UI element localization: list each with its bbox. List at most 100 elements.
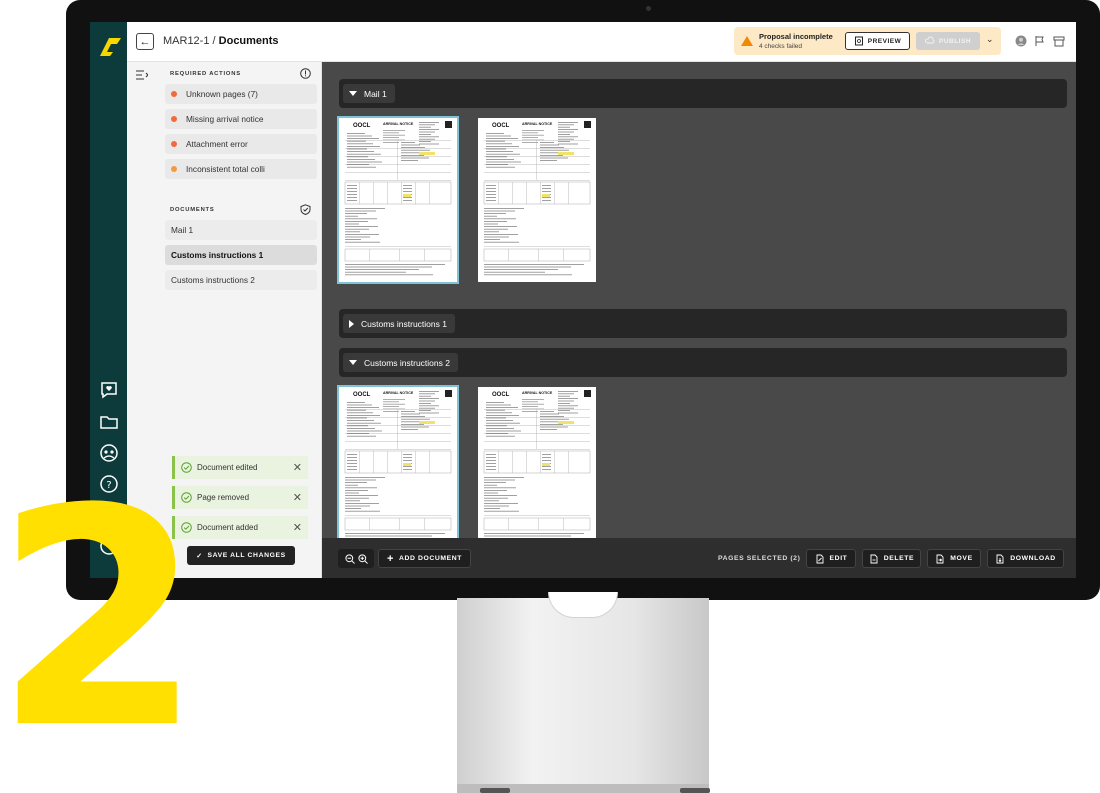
svg-text:OOCL: OOCL bbox=[353, 123, 371, 129]
page-thumbnail[interactable]: OOCL ARRIVAL NOTICE bbox=[337, 116, 459, 284]
error-dot-icon bbox=[171, 91, 177, 97]
collapse-panel-icon[interactable] bbox=[136, 70, 148, 80]
document-page-preview: OOCL ARRIVAL NOTICE bbox=[483, 390, 591, 537]
toast-label: Document edited bbox=[197, 463, 258, 472]
error-dot-icon bbox=[171, 141, 177, 147]
group-toggle[interactable]: Mail 1 bbox=[343, 84, 395, 103]
required-actions-title: REQUIRED ACTIONS bbox=[170, 71, 241, 77]
stand-foot-right bbox=[680, 788, 710, 793]
svg-text:ARRIVAL NOTICE: ARRIVAL NOTICE bbox=[383, 391, 414, 395]
folder-icon[interactable] bbox=[99, 412, 119, 432]
publish-button[interactable]: PUBLISH bbox=[916, 32, 980, 50]
save-label: SAVE ALL CHANGES bbox=[207, 552, 286, 559]
required-action-label: Unknown pages (7) bbox=[186, 89, 258, 99]
avatar[interactable] bbox=[1015, 35, 1027, 47]
svg-text:ARRIVAL NOTICE: ARRIVAL NOTICE bbox=[522, 122, 553, 126]
app-screen: ? ← MAR12-1 / Documents Proposal incompl… bbox=[90, 22, 1076, 578]
download-button[interactable]: DOWNLOAD bbox=[987, 549, 1064, 568]
pages-selected-count: PAGES SELECTED (2) bbox=[718, 555, 801, 562]
document-page-preview: OOCL ARRIVAL NOTICE bbox=[483, 121, 591, 276]
preview-doc-icon bbox=[854, 36, 863, 46]
brand-logo-icon[interactable] bbox=[95, 32, 123, 60]
required-action-label: Attachment error bbox=[186, 139, 248, 149]
document-item-customs-1[interactable]: Customs instructions 1 bbox=[165, 245, 317, 265]
warning-icon bbox=[741, 36, 753, 46]
edit-button[interactable]: EDIT bbox=[806, 549, 856, 568]
caret-down-icon bbox=[349, 91, 357, 96]
caret-down-icon bbox=[349, 360, 357, 365]
zoom-out-icon[interactable] bbox=[344, 553, 355, 564]
required-action-item[interactable]: Inconsistent total colli bbox=[165, 159, 317, 179]
arrow-left-icon: ← bbox=[139, 35, 151, 48]
document-page-preview: OOCL ARRIVAL NOTICE bbox=[344, 121, 452, 276]
required-action-item[interactable]: Attachment error bbox=[165, 134, 317, 154]
document-group-customs-1: Customs instructions 1 bbox=[339, 309, 1067, 338]
status-title: Proposal incomplete bbox=[759, 32, 833, 41]
monitor-stand bbox=[457, 598, 709, 790]
stage: ? ← MAR12-1 / Documents Proposal incompl… bbox=[0, 0, 1100, 793]
publish-label: PUBLISH bbox=[938, 37, 972, 45]
edit-doc-icon bbox=[816, 554, 823, 563]
archive-icon[interactable] bbox=[1053, 35, 1065, 47]
page-thumbnail[interactable]: OOCL ARRIVAL NOTICE bbox=[478, 118, 596, 282]
document-group-mail-1: Mail 1 bbox=[339, 79, 1067, 108]
publish-options-chevron-icon[interactable]: ⌄ bbox=[986, 34, 994, 45]
delete-doc-icon bbox=[870, 554, 878, 563]
stand-foot-left bbox=[480, 788, 510, 793]
download-doc-icon bbox=[996, 554, 1004, 563]
group-label: Customs instructions 1 bbox=[361, 318, 447, 329]
svg-text:OOCL: OOCL bbox=[353, 392, 371, 398]
alert-circle-icon[interactable] bbox=[300, 68, 311, 79]
move-doc-icon bbox=[936, 554, 944, 563]
breadcrumb-separator: / bbox=[212, 35, 216, 47]
caret-right-icon bbox=[349, 319, 354, 328]
check-icon: ✓ bbox=[196, 552, 203, 560]
group-label: Customs instructions 2 bbox=[364, 357, 450, 368]
move-button[interactable]: MOVE bbox=[927, 549, 981, 568]
add-document-button[interactable]: + ADD DOCUMENT bbox=[378, 549, 471, 568]
page-title: Documents bbox=[218, 35, 279, 47]
preview-button[interactable]: PREVIEW bbox=[845, 32, 910, 50]
close-icon[interactable]: ✕ bbox=[293, 461, 302, 474]
save-all-changes-button[interactable]: ✓ SAVE ALL CHANGES bbox=[187, 546, 295, 565]
camera-dot bbox=[646, 6, 651, 11]
toast-label: Document added bbox=[197, 523, 258, 532]
cloud-upload-icon bbox=[925, 36, 935, 44]
svg-text:ARRIVAL NOTICE: ARRIVAL NOTICE bbox=[383, 122, 414, 126]
group-toggle[interactable]: Customs instructions 1 bbox=[343, 314, 455, 333]
breadcrumb-shipment-id[interactable]: MAR12-1 bbox=[163, 35, 209, 47]
breadcrumb: MAR12-1 / Documents bbox=[163, 35, 279, 47]
move-label: MOVE bbox=[950, 555, 973, 562]
document-group-customs-2: Customs instructions 2 bbox=[339, 348, 1067, 377]
back-button[interactable]: ← bbox=[136, 33, 154, 50]
delete-button[interactable]: DELETE bbox=[862, 549, 921, 568]
flag-icon[interactable] bbox=[1034, 35, 1046, 47]
feedback-heart-icon[interactable] bbox=[99, 380, 119, 400]
document-item-mail-1[interactable]: Mail 1 bbox=[165, 220, 317, 240]
zoom-controls bbox=[338, 549, 374, 568]
svg-text:ARRIVAL NOTICE: ARRIVAL NOTICE bbox=[522, 391, 553, 395]
document-page-preview: OOCL ARRIVAL NOTICE bbox=[344, 390, 452, 537]
close-icon[interactable]: ✕ bbox=[293, 491, 302, 504]
close-icon[interactable]: ✕ bbox=[293, 521, 302, 534]
required-action-label: Missing arrival notice bbox=[186, 114, 264, 124]
page-thumbnail[interactable]: OOCL ARRIVAL NOTICE bbox=[337, 385, 459, 538]
error-dot-icon bbox=[171, 166, 177, 172]
document-canvas: Mail 1 OOCL ARRIVAL NOTICE OOCL ARRIVAL NO… bbox=[322, 62, 1076, 538]
group-toggle[interactable]: Customs instructions 2 bbox=[343, 353, 458, 372]
toast-label: Page removed bbox=[197, 493, 250, 502]
proposal-status-banner: Proposal incomplete 4 checks failed PREV… bbox=[734, 27, 1001, 55]
page-thumbnail[interactable]: OOCL ARRIVAL NOTICE bbox=[478, 387, 596, 538]
group-label: Mail 1 bbox=[364, 88, 387, 99]
zoom-in-icon[interactable] bbox=[357, 553, 368, 564]
document-item-customs-2[interactable]: Customs instructions 2 bbox=[165, 270, 317, 290]
step-number-overlay: 2 bbox=[0, 445, 203, 793]
documents-title: DOCUMENTS bbox=[170, 207, 215, 213]
edit-label: EDIT bbox=[829, 555, 848, 562]
preview-label: PREVIEW bbox=[867, 37, 902, 45]
required-action-item[interactable]: Unknown pages (7) bbox=[165, 84, 317, 104]
shield-check-icon[interactable] bbox=[300, 204, 311, 215]
required-action-label: Inconsistent total colli bbox=[186, 164, 265, 174]
delete-label: DELETE bbox=[883, 555, 915, 562]
required-action-item[interactable]: Missing arrival notice bbox=[165, 109, 317, 129]
